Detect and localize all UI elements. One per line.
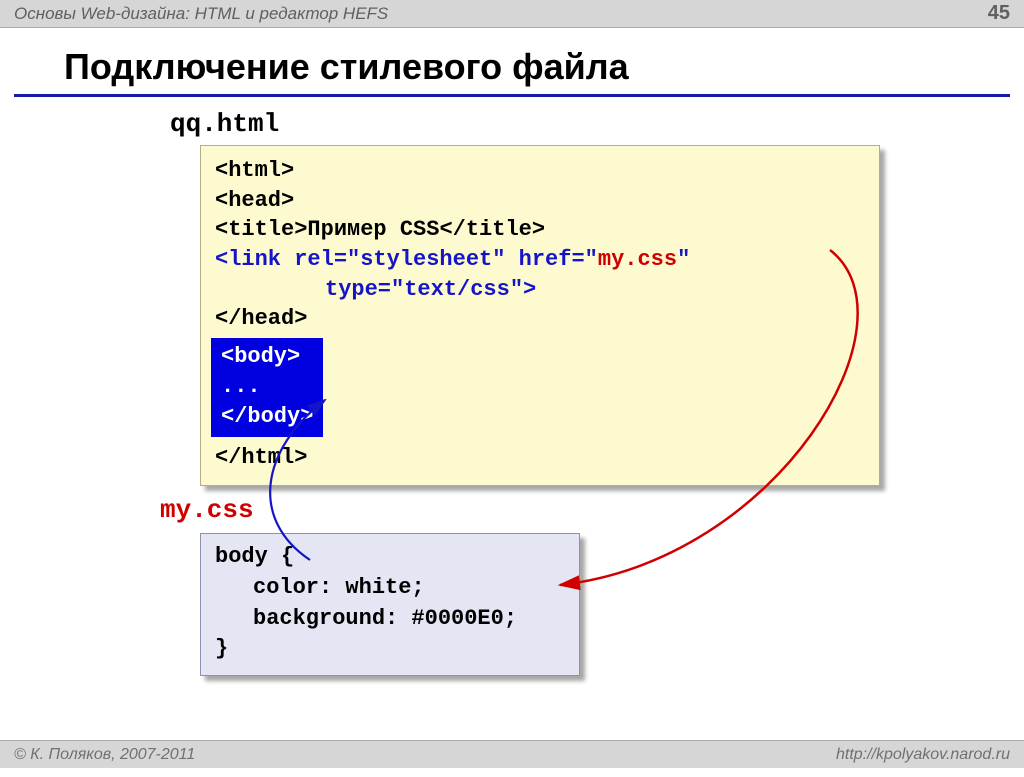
code-line: Пример CSS bbox=[307, 217, 439, 242]
code-line: <link rel="stylesheet" href=" bbox=[215, 247, 598, 272]
code-line: type="text/css"> bbox=[325, 277, 536, 302]
copyright: © К. Поляков, 2007-2011 bbox=[14, 746, 195, 764]
code-block-css: body { color: white; background: #0000E0… bbox=[200, 533, 580, 676]
code-line: ... bbox=[221, 372, 313, 402]
code-line: color: white; bbox=[215, 573, 565, 604]
code-line: </body> bbox=[221, 402, 313, 432]
code-line: } bbox=[215, 634, 565, 665]
page-number: 45 bbox=[988, 2, 1010, 25]
body-highlight-box: <body> ... </body> bbox=[211, 338, 323, 437]
code-line: " bbox=[677, 247, 690, 272]
code-line: background: #0000E0; bbox=[215, 604, 565, 635]
filename-html: qq.html bbox=[170, 109, 974, 139]
breadcrumb: Основы Web-дизайна: HTML и редактор HEFS bbox=[14, 4, 388, 24]
code-line: <title> bbox=[215, 217, 307, 242]
code-line: </title> bbox=[439, 217, 545, 242]
header-bar: Основы Web-дизайна: HTML и редактор HEFS… bbox=[0, 0, 1024, 28]
code-block-html: <html> <head> <title>Пример CSS</title> … bbox=[200, 145, 880, 486]
code-line: <html> bbox=[215, 158, 294, 183]
footer-url: http://kpolyakov.narod.ru bbox=[836, 746, 1010, 764]
footer-bar: © К. Поляков, 2007-2011 http://kpolyakov… bbox=[0, 740, 1024, 768]
slide-title: Подключение стилевого файла bbox=[14, 28, 1010, 97]
code-line: <body> bbox=[221, 342, 313, 372]
code-line: </html> bbox=[215, 445, 307, 470]
filename-css: my.css bbox=[160, 495, 254, 525]
code-highlight: my.css bbox=[598, 247, 677, 272]
slide-content: qq.html <html> <head> <title>Пример CSS<… bbox=[0, 97, 1024, 777]
code-line: </head> bbox=[215, 306, 307, 331]
code-line: body { bbox=[215, 542, 565, 573]
code-line: <head> bbox=[215, 188, 294, 213]
